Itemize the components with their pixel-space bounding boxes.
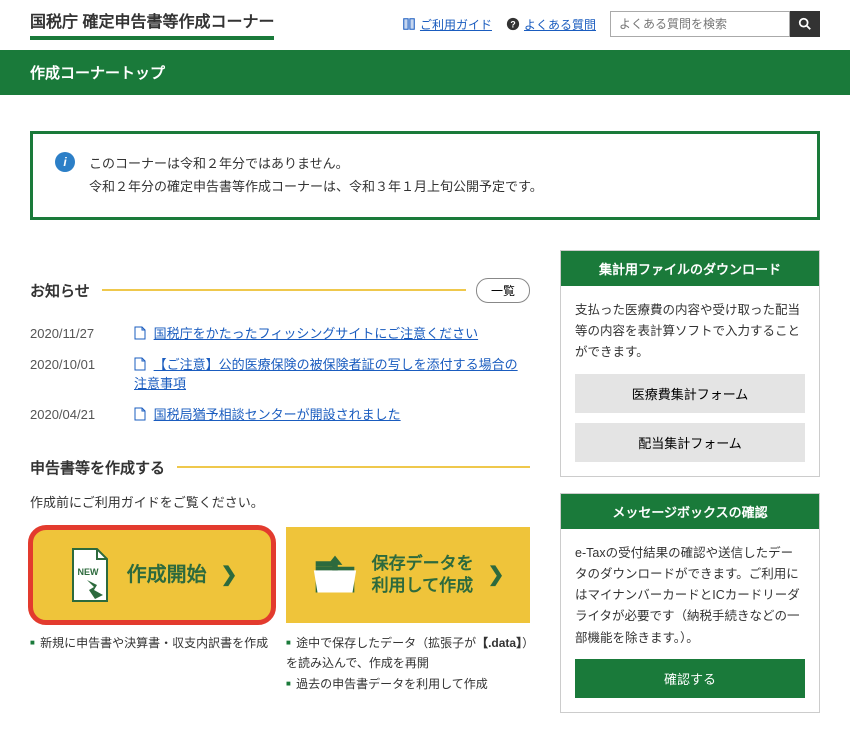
page-title-bar: 作成コーナートップ <box>0 50 850 95</box>
page-title: 作成コーナートップ <box>30 62 820 83</box>
create-heading: 申告書等を作成する <box>30 457 165 478</box>
messagebox-widget: メッセージボックスの確認 e-Taxの受付結果の確認や送信したデータのダウンロー… <box>560 493 820 713</box>
guide-link[interactable]: ご利用ガイド <box>402 16 492 33</box>
search-box <box>610 11 820 37</box>
new-file-icon: NEW <box>67 547 113 603</box>
news-heading-row: お知らせ 一覧 <box>30 278 530 303</box>
svg-text:?: ? <box>510 20 515 30</box>
start-new-card[interactable]: NEW 作成開始 ❯ <box>30 527 274 623</box>
dividend-form-button[interactable]: 配当集計フォーム <box>575 423 805 462</box>
faq-link[interactable]: ? よくある質問 <box>506 16 596 33</box>
news-item: 2020/04/21 国税局猶予相談センターが開設されました <box>30 398 530 429</box>
create-desc: 作成前にご利用ガイドをご覧ください。 <box>30 492 530 511</box>
info-banner: i このコーナーは令和２年分ではありません。 令和２年分の確定申告書等作成コーナ… <box>30 131 820 220</box>
news-list-button[interactable]: 一覧 <box>476 278 530 303</box>
info-line-2: 令和２年分の確定申告書等作成コーナーは、令和３年１月上旬公開予定です。 <box>89 175 543 198</box>
svg-text:NEW: NEW <box>77 567 99 577</box>
card2-note-2: 過去の申告書データを利用して作成 <box>286 674 530 694</box>
news-date: 2020/11/27 <box>30 326 120 341</box>
confirm-button[interactable]: 確認する <box>575 659 805 698</box>
news-item: 2020/11/27 国税庁をかたったフィッシングサイトにご注意ください <box>30 317 530 348</box>
news-date: 2020/04/21 <box>30 407 120 422</box>
chevron-right-icon: ❯ <box>221 562 238 587</box>
site-title: 国税庁 確定申告書等作成コーナー <box>30 8 274 40</box>
info-icon: i <box>55 152 75 172</box>
card2-note-1: 途中で保存したデータ（拡張子が【.data】）を読み込んで、作成を再開 <box>286 633 530 674</box>
news-item: 2020/10/01 【ご注意】公的医療保険の被保険者証の写しを添付する場合の注… <box>30 348 530 398</box>
folder-upload-icon <box>312 547 358 603</box>
document-icon <box>134 326 146 340</box>
widget-title: メッセージボックスの確認 <box>561 494 819 529</box>
document-icon <box>134 407 146 421</box>
widget-body: e-Taxの受付結果の確認や送信したデータのダウンロードができます。ご利用にはマ… <box>575 543 805 649</box>
download-widget: 集計用ファイルのダウンロード 支払った医療費の内容や受け取った配当等の内容を表計… <box>560 250 820 477</box>
question-icon: ? <box>506 17 520 31</box>
news-heading: お知らせ <box>30 280 90 301</box>
start-new-label: 作成開始 <box>127 562 207 588</box>
chevron-right-icon: ❯ <box>488 562 505 587</box>
search-button[interactable] <box>790 11 820 37</box>
document-icon <box>134 357 146 371</box>
card1-note: 新規に申告書や決算書・収支内訳書を作成 <box>30 633 274 653</box>
medical-form-button[interactable]: 医療費集計フォーム <box>575 374 805 413</box>
search-input[interactable] <box>610 11 790 37</box>
news-link[interactable]: 国税庁をかたったフィッシングサイトにご注意ください <box>154 326 478 341</box>
widget-body: 支払った医療費の内容や受け取った配当等の内容を表計算ソフトで入力することができま… <box>575 300 805 364</box>
widget-title: 集計用ファイルのダウンロード <box>561 251 819 286</box>
news-list: 2020/11/27 国税庁をかたったフィッシングサイトにご注意ください 202… <box>30 317 530 429</box>
create-heading-row: 申告書等を作成する <box>30 457 530 478</box>
info-line-1: このコーナーは令和２年分ではありません。 <box>89 152 543 175</box>
news-link[interactable]: 国税局猶予相談センターが開設されました <box>154 407 401 422</box>
news-date: 2020/10/01 <box>30 357 120 372</box>
news-link[interactable]: 【ご注意】公的医療保険の被保険者証の写しを添付する場合の注意事項 <box>134 357 518 391</box>
load-saved-card[interactable]: 保存データを利用して作成 ❯ <box>286 527 530 623</box>
book-icon <box>402 17 416 31</box>
load-saved-label: 保存データを利用して作成 <box>372 553 474 597</box>
search-icon <box>798 17 812 31</box>
header: 国税庁 確定申告書等作成コーナー ご利用ガイド ? よくある質問 <box>30 0 820 50</box>
